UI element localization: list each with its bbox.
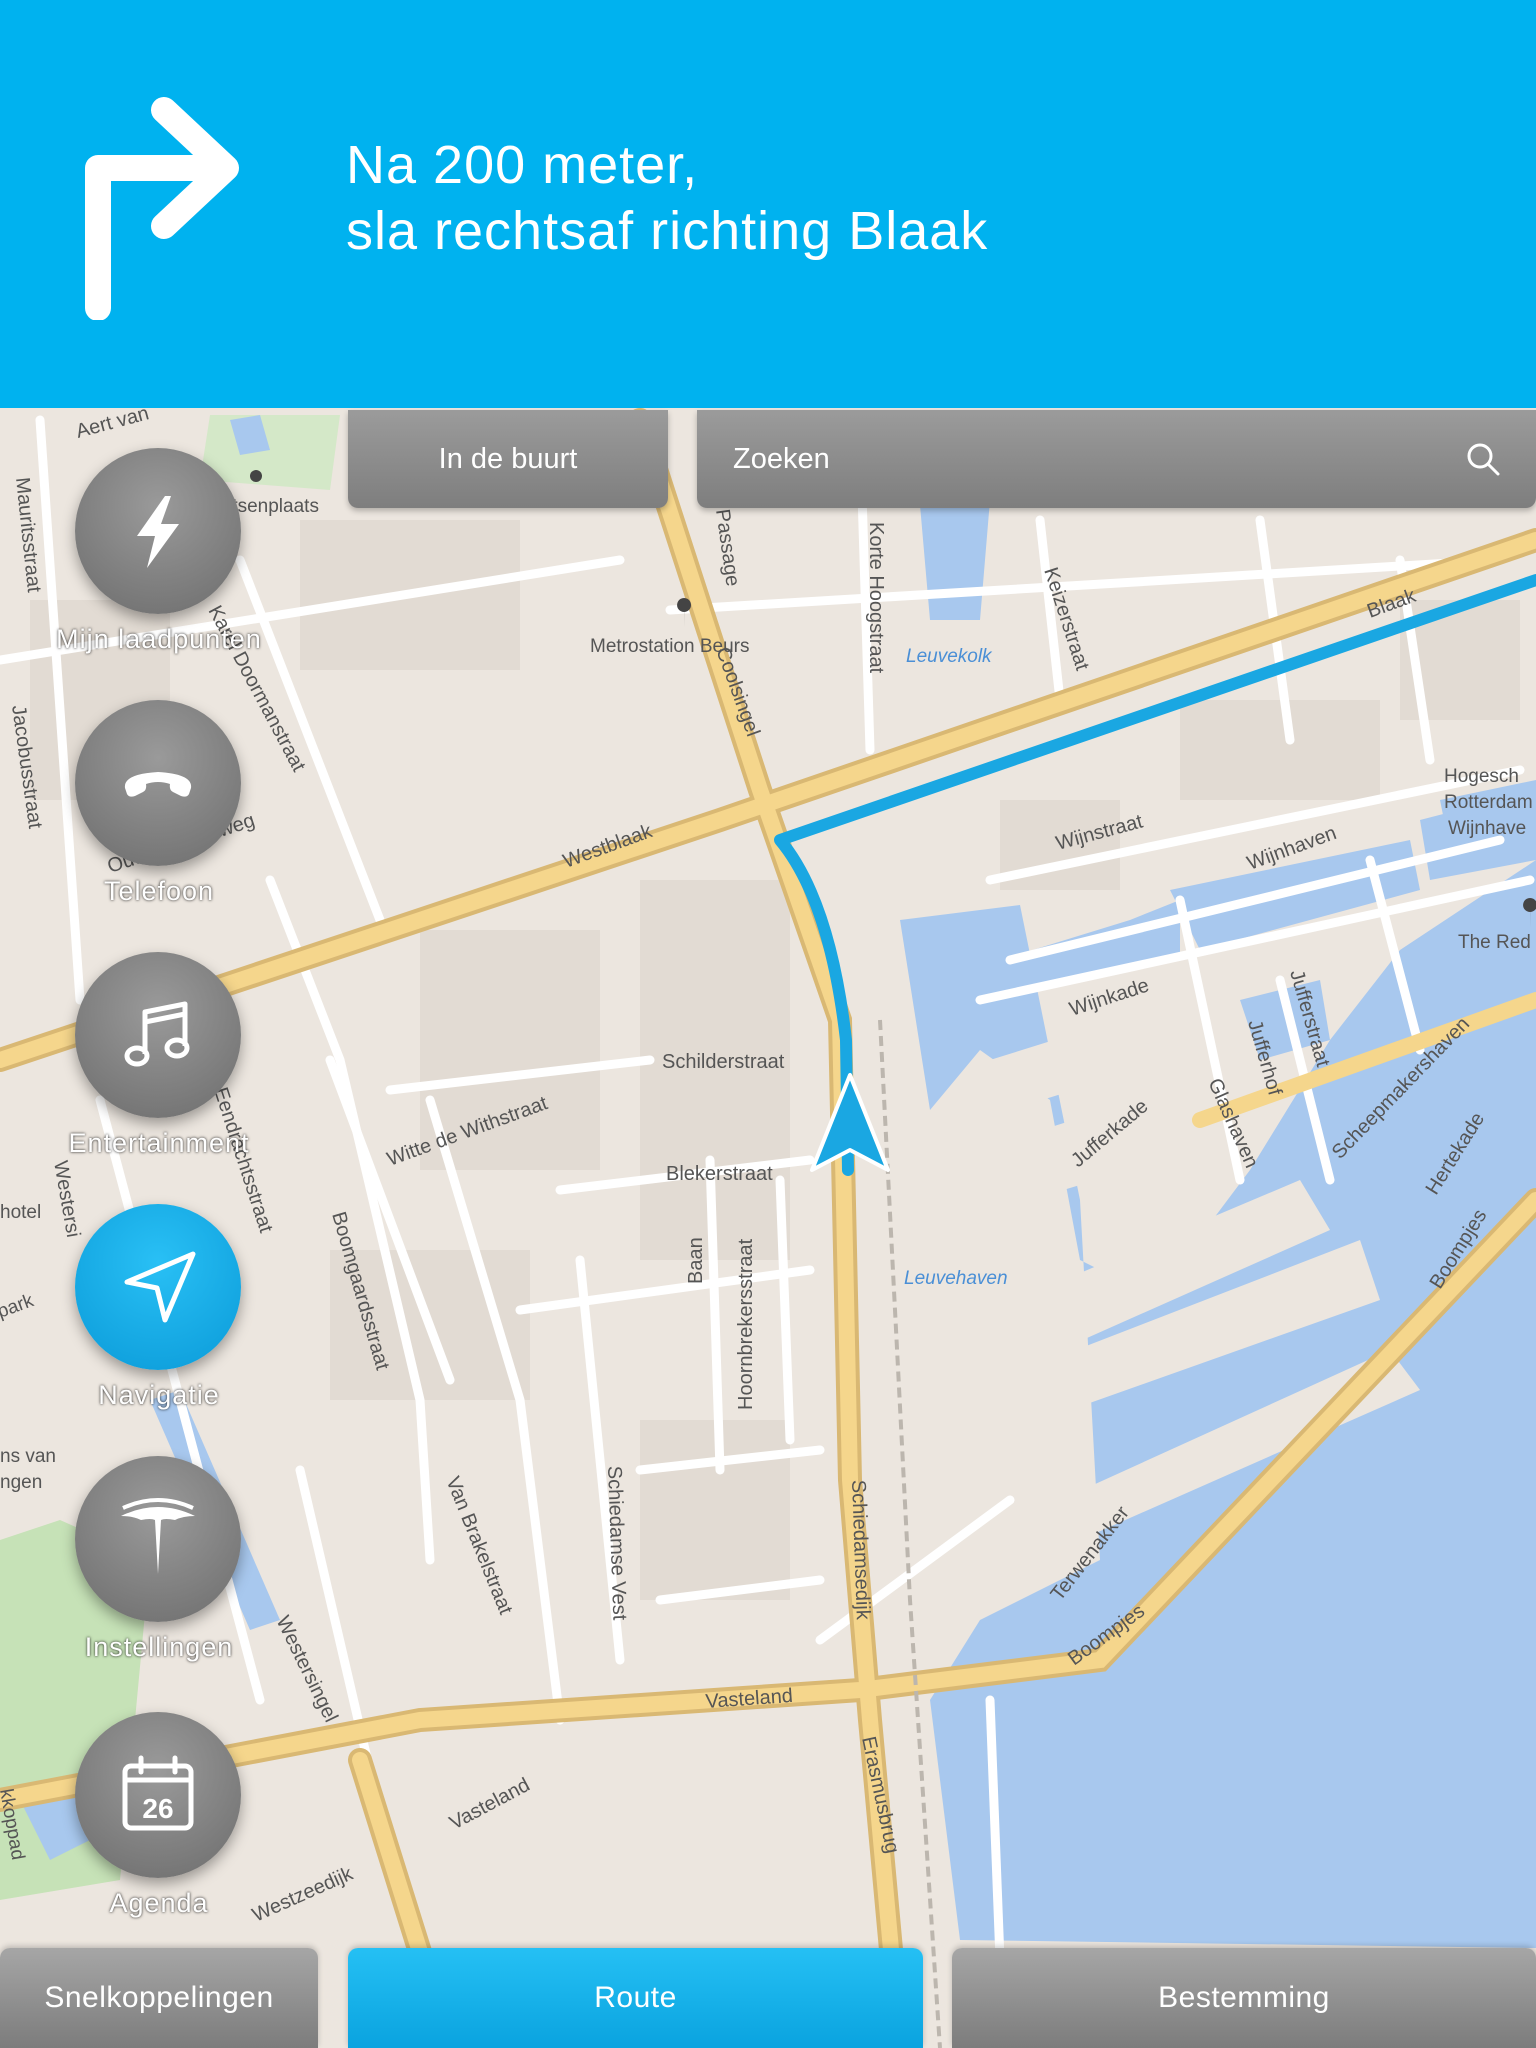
dock-label: Agenda (109, 1888, 209, 1918)
search-bar[interactable]: Zoeken (697, 410, 1536, 508)
svg-text:Hogesch: Hogesch (1444, 766, 1519, 787)
dock-label: Instellingen (84, 1632, 234, 1662)
lightning-icon (137, 496, 179, 568)
turn-right-icon (85, 97, 239, 320)
settings-button[interactable] (75, 1456, 241, 1622)
dock-label: Entertainment (68, 1128, 250, 1158)
calendar-day: 26 (142, 1793, 173, 1824)
calendar-icon: 26 (122, 1755, 194, 1831)
shortcuts-label: Snelkoppelingen (44, 1981, 274, 2014)
nearby-button[interactable]: In de buurt (348, 410, 668, 508)
dock-item-navigation[interactable]: Navigatie (34, 1204, 284, 1434)
instruction-direction: sla rechtsaf richting Blaak (346, 201, 989, 261)
svg-text:Baan: Baan (685, 1237, 707, 1284)
svg-text:Rotterdam: Rotterdam (1444, 792, 1533, 813)
dock-item-calendar[interactable]: 26 Agenda (34, 1712, 284, 1942)
svg-text:Wijnhave: Wijnhave (1448, 818, 1526, 839)
route-label: Route (594, 1981, 677, 2014)
navigation-button[interactable] (75, 1204, 241, 1370)
dock-item-charging[interactable]: Mijn laadpunten (34, 448, 284, 678)
svg-text:Metrostation Beurs: Metrostation Beurs (590, 636, 749, 657)
search-label: Zoeken (733, 442, 830, 475)
nearby-label: In de buurt (438, 442, 578, 475)
navigation-instruction-banner: Na 200 meter, sla rechtsaf richting Blaa… (0, 0, 1536, 408)
svg-text:Schilderstraat: Schilderstraat (662, 1051, 785, 1073)
shortcuts-button[interactable]: Snelkoppelingen (0, 1948, 318, 2048)
svg-text:Hoornbrekersstraat: Hoornbrekersstraat (735, 1238, 757, 1410)
route-button[interactable]: Route (348, 1948, 923, 2048)
svg-text:The Red: The Red (1458, 932, 1531, 953)
calendar-button[interactable]: 26 (75, 1712, 241, 1878)
dock-item-phone[interactable]: Telefoon (34, 700, 284, 930)
dock-label: Telefoon (103, 876, 215, 906)
phone-icon (124, 772, 192, 797)
dock-item-settings[interactable]: Instellingen (34, 1456, 284, 1686)
svg-text:Korte Hoogstraat: Korte Hoogstraat (865, 522, 887, 674)
destination-label: Bestemming (1158, 1981, 1330, 2014)
svg-text:Blekerstraat: Blekerstraat (666, 1163, 773, 1185)
tesla-logo-icon (121, 1498, 195, 1574)
svg-text:Leuvekolk: Leuvekolk (906, 646, 993, 667)
instruction-text: Na 200 meter, sla rechtsaf richting Blaa… (346, 132, 988, 264)
svg-text:Leuvehaven: Leuvehaven (904, 1268, 1008, 1289)
phone-button[interactable] (75, 700, 241, 866)
navigation-arrow-icon (124, 1251, 196, 1323)
dock-label: Mijn laadpunten (56, 624, 262, 654)
instruction-distance: Na 200 meter, (346, 135, 699, 195)
dock-item-entertainment[interactable]: Entertainment (34, 952, 284, 1182)
music-note-icon (124, 1001, 190, 1067)
search-icon[interactable] (1466, 442, 1500, 476)
dock-label: Navigatie (98, 1380, 220, 1410)
destination-button[interactable]: Bestemming (952, 1948, 1536, 2048)
charging-button[interactable] (75, 448, 241, 614)
entertainment-button[interactable] (75, 952, 241, 1118)
